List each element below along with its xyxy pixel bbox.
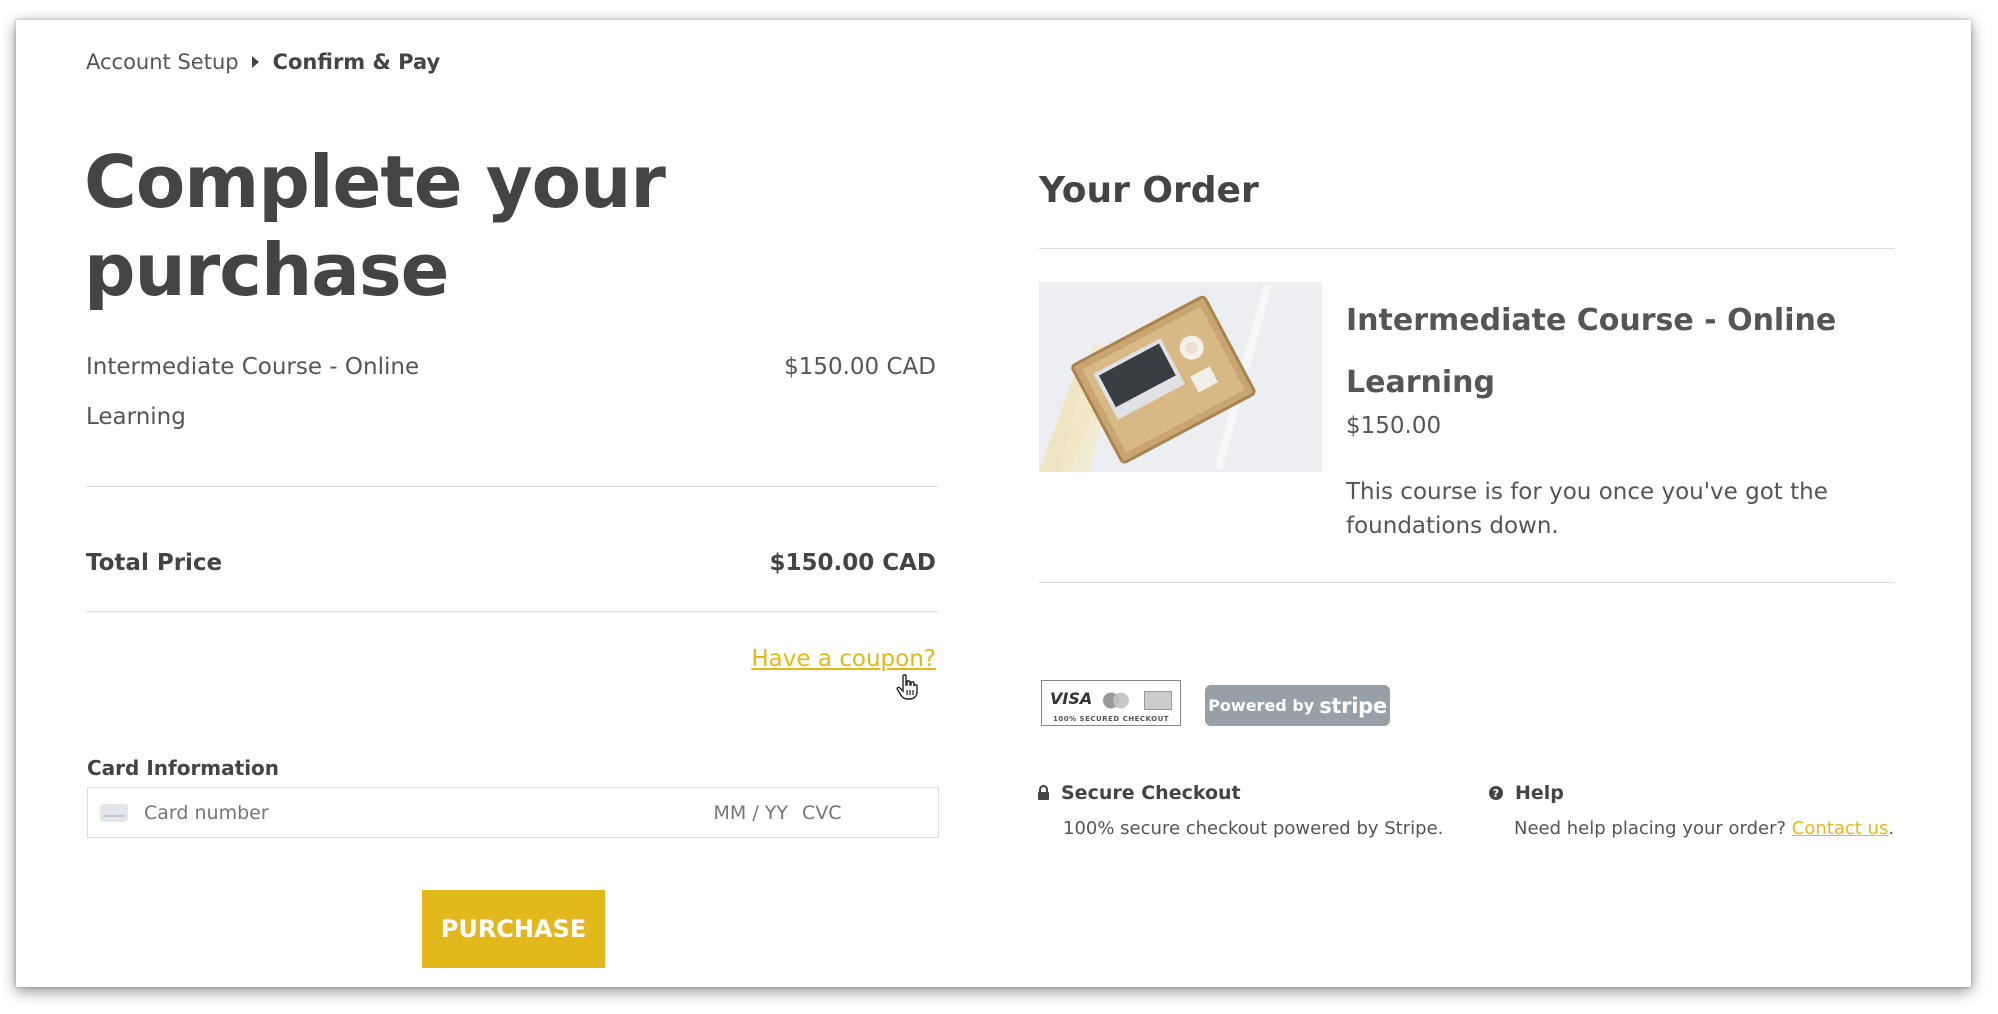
help-title: Help (1515, 782, 1564, 804)
page-title: Complete your purchase (84, 140, 666, 312)
card-number-input[interactable] (142, 800, 696, 825)
powered-by-stripe-badge[interactable]: Powered by stripe (1205, 685, 1390, 726)
caret-right-icon (251, 56, 259, 68)
checkout-window: Account Setup Confirm & Pay Complete you… (16, 20, 1971, 987)
line-item-name: Intermediate Course - Online Learning (86, 354, 420, 430)
breadcrumb-confirm-pay: Confirm & Pay (272, 50, 441, 74)
secured-checkout-text: 100% SECURED CHECKOUT (1052, 715, 1170, 723)
your-order-title: Your Order (1039, 170, 1259, 211)
payment-methods-badge: VISA 100% SECURED CHECKOUT (1041, 680, 1181, 726)
divider (1039, 582, 1894, 583)
card-icon (100, 803, 128, 822)
visa-logo: VISA (1050, 689, 1093, 708)
order-product-description: This course is for you once you've got t… (1346, 479, 1828, 539)
help-block: ? Help Need help placing your order? Con… (1489, 782, 1969, 839)
card-cvc-input[interactable] (800, 800, 864, 825)
secure-checkout-text: 100% secure checkout powered by Stripe. (1063, 818, 1444, 839)
card-information-label: Card Information (87, 756, 280, 780)
powered-by-text: Powered by (1208, 696, 1315, 715)
order-product-name: Intermediate Course - Online Learning (1346, 303, 1837, 400)
help-text: Need help placing your order? (1514, 818, 1787, 839)
help-text-line: Need help placing your order? Contact us… (1514, 818, 1969, 839)
divider (1039, 248, 1894, 249)
card-input-field (87, 787, 939, 838)
stripe-logo: stripe (1319, 693, 1387, 718)
amex-icon (1144, 691, 1172, 710)
card-expiry-input[interactable] (696, 800, 790, 825)
total-price-label: Total Price (86, 550, 223, 576)
help-icon: ? (1489, 786, 1503, 800)
help-suffix: . (1888, 818, 1895, 839)
divider (86, 486, 938, 487)
order-product-price: $150.00 (1346, 413, 1442, 439)
contact-us-link[interactable]: Contact us (1792, 818, 1889, 839)
divider (86, 611, 938, 612)
breadcrumb: Account Setup Confirm & Pay (86, 50, 440, 74)
product-image (1039, 282, 1322, 472)
secure-checkout-block: Secure Checkout 100% secure checkout pow… (1038, 782, 1458, 839)
total-price-value: $150.00 CAD (769, 550, 936, 576)
line-item-price: $150.00 CAD (784, 354, 936, 380)
mastercard-icon (1103, 692, 1129, 709)
hand-cursor-icon (896, 674, 918, 700)
purchase-button[interactable]: PURCHASE (422, 890, 605, 968)
secure-checkout-title: Secure Checkout (1061, 782, 1241, 804)
coupon-link[interactable]: Have a coupon? (616, 646, 936, 672)
lock-icon (1038, 784, 1049, 800)
laptop-tray-image (1039, 282, 1322, 472)
breadcrumb-account-setup[interactable]: Account Setup (86, 50, 239, 74)
